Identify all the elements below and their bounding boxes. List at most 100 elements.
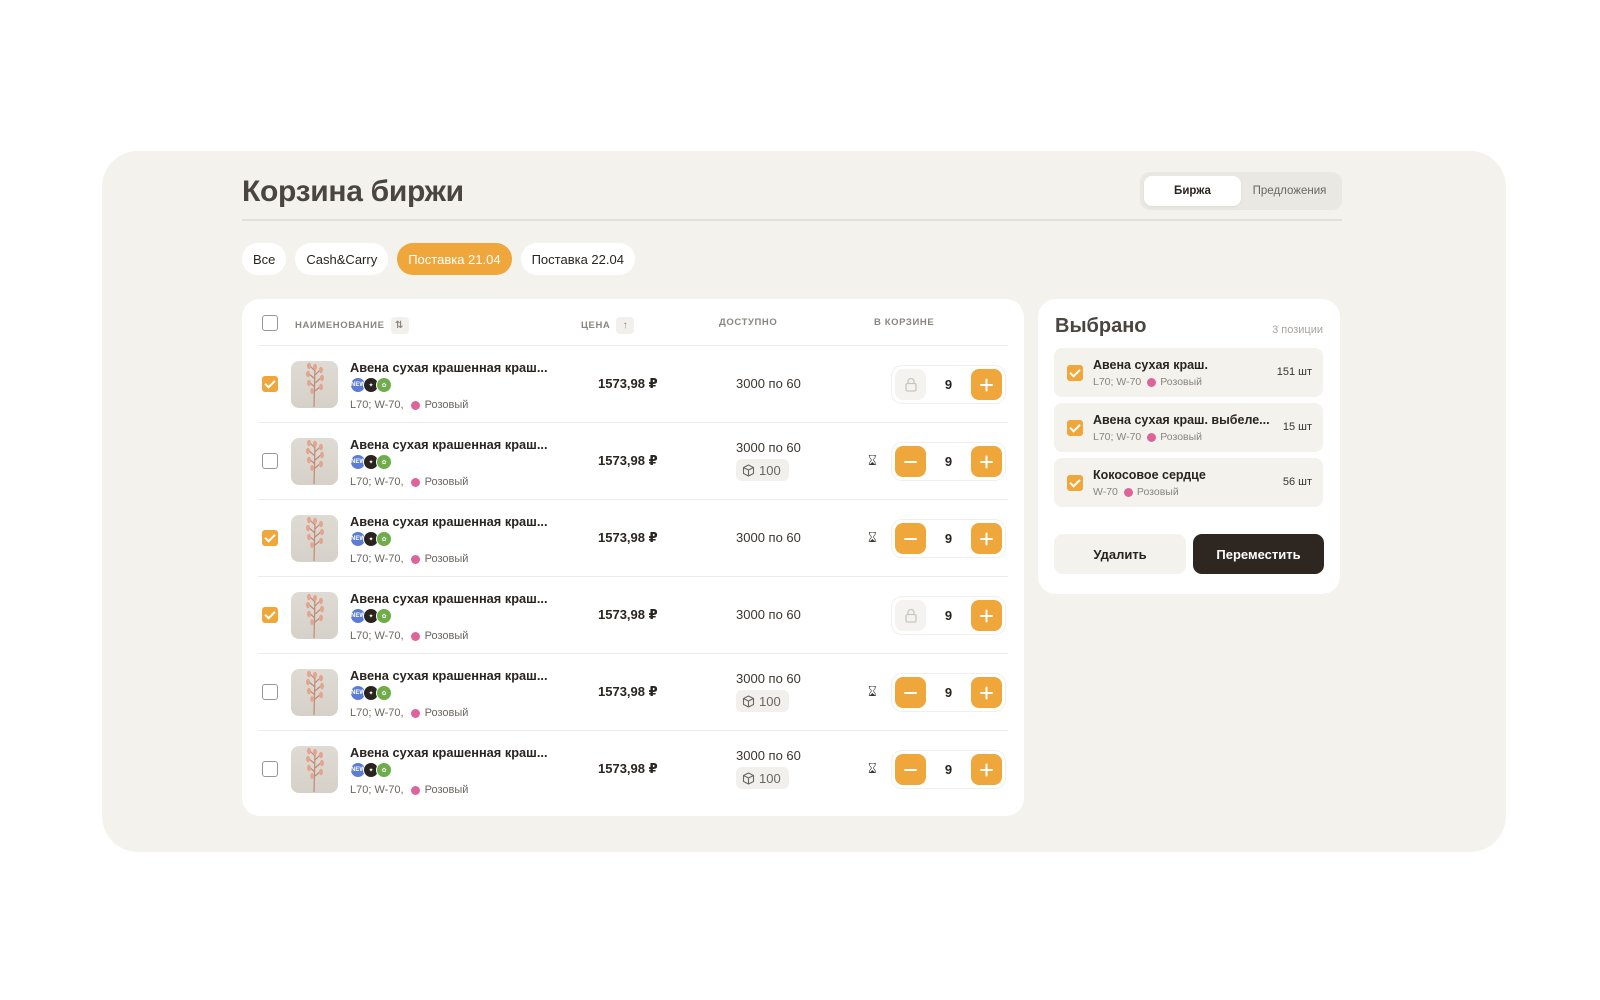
decrease-button[interactable] — [895, 677, 926, 708]
selected-item[interactable]: Кокосовое сердце W-70 Розовый 56 шт — [1054, 458, 1323, 507]
product-badges: NEW ✦ ✿ — [350, 377, 392, 393]
switch-offers[interactable]: Предложения — [1241, 176, 1338, 206]
product-badges: NEW ✦ ✿ — [350, 685, 392, 701]
filter-delivery-2104[interactable]: Поставка 21.04 — [397, 243, 512, 275]
pack-badge: 100 — [736, 767, 789, 789]
decrease-button[interactable] — [895, 754, 926, 785]
pack-size: 100 — [759, 693, 781, 709]
product-image[interactable] — [291, 592, 338, 639]
lock-icon — [895, 600, 926, 631]
product-image[interactable] — [291, 438, 338, 485]
selected-title: Выбрано — [1055, 315, 1147, 337]
selected-item-color: Розовый — [1136, 486, 1179, 498]
table-row: Авена сухая крашенная краш... NEW ✦ ✿ L70; W… — [258, 423, 1008, 500]
selected-item-checkbox[interactable] — [1067, 475, 1083, 491]
product-name[interactable]: Авена сухая крашенная краш... — [350, 668, 548, 683]
increase-button[interactable] — [971, 600, 1002, 631]
move-button[interactable]: Переместить — [1193, 534, 1324, 574]
product-name[interactable]: Авена сухая крашенная краш... — [350, 591, 548, 606]
increase-button[interactable] — [971, 523, 1002, 554]
product-color: Розовый — [424, 476, 469, 488]
row-checkbox[interactable] — [262, 761, 278, 777]
row-checkbox[interactable] — [262, 376, 278, 392]
selected-item-size: L70; W-70 — [1093, 376, 1142, 388]
product-price: 1573,98 ₽ — [598, 684, 658, 699]
product-name[interactable]: Авена сухая крашенная краш... — [350, 514, 548, 529]
pack-size: 100 — [759, 770, 781, 786]
increase-button[interactable] — [971, 677, 1002, 708]
selected-item-checkbox[interactable] — [1067, 420, 1083, 436]
eco-badge-icon: ✿ — [376, 685, 392, 701]
products-table: НАИМЕНОВАНИЕ ⇅ ЦЕНА ↑ ДОСТУПНО В КОРЗИНЕ… — [242, 299, 1024, 816]
quantity-value[interactable]: 9 — [928, 531, 969, 546]
hourglass-icon: ⌛︎ — [868, 529, 877, 545]
quantity-value[interactable]: 9 — [928, 454, 969, 469]
selected-item-qty: 151 шт — [1276, 366, 1312, 378]
product-image[interactable] — [291, 361, 338, 408]
selected-item-name: Авена сухая краш. выбеле... — [1093, 413, 1270, 427]
quantity-value[interactable]: 9 — [928, 762, 969, 777]
product-meta: L70; W-70, Розовый — [350, 476, 468, 488]
cart-panel: Корзина биржи Биржа Предложения Все Cash… — [102, 151, 1506, 852]
delete-button[interactable]: Удалить — [1054, 534, 1186, 574]
row-checkbox[interactable] — [262, 530, 278, 546]
decrease-button[interactable] — [895, 446, 926, 477]
selected-item-color: Розовый — [1160, 431, 1203, 443]
eco-badge-icon: ✿ — [376, 762, 392, 778]
selected-item-checkbox[interactable] — [1067, 365, 1083, 381]
row-checkbox[interactable] — [262, 684, 278, 700]
eco-badge-icon: ✿ — [376, 454, 392, 470]
table-row: Авена сухая крашенная краш... NEW ✦ ✿ L70; W… — [258, 577, 1008, 654]
product-image[interactable] — [291, 746, 338, 793]
increase-button[interactable] — [971, 754, 1002, 785]
sort-arrows-icon[interactable]: ⇅ — [390, 317, 409, 334]
product-name[interactable]: Авена сухая крашенная краш... — [350, 437, 548, 452]
increase-button[interactable] — [971, 446, 1002, 477]
selected-item-meta: L70; W-70 Розовый — [1093, 376, 1202, 388]
selected-item-name: Кокосовое сердце — [1093, 468, 1206, 482]
product-meta: L70; W-70, Розовый — [350, 399, 468, 411]
box-icon — [742, 694, 755, 708]
decrease-button[interactable] — [895, 523, 926, 554]
product-meta: L70; W-70, Розовый — [350, 630, 468, 642]
table-body: Авена сухая крашенная краш... NEW ✦ ✿ L70; W… — [258, 346, 1008, 808]
select-all-checkbox[interactable] — [262, 315, 278, 331]
selected-item-name: Авена сухая краш. — [1093, 358, 1208, 372]
column-price-label: ЦЕНА — [581, 320, 611, 331]
page-header: Корзина биржи Биржа Предложения — [242, 172, 1342, 221]
selected-item[interactable]: Авена сухая краш. L70; W-70 Розовый 151 … — [1054, 348, 1323, 397]
product-image[interactable] — [291, 669, 338, 716]
quantity-value[interactable]: 9 — [928, 608, 969, 623]
product-color: Розовый — [424, 630, 469, 642]
sort-up-icon[interactable]: ↑ — [616, 317, 635, 334]
selected-item-meta: L70; W-70 Розовый — [1093, 431, 1202, 443]
table-row: Авена сухая крашенная краш... NEW ✦ ✿ L70; W… — [258, 500, 1008, 577]
increase-button[interactable] — [971, 369, 1002, 400]
product-image[interactable] — [291, 515, 338, 562]
product-price: 1573,98 ₽ — [598, 453, 658, 468]
eco-badge-icon: ✿ — [376, 531, 392, 547]
quantity-value[interactable]: 9 — [928, 377, 969, 392]
row-checkbox[interactable] — [262, 453, 278, 469]
switch-birzha[interactable]: Биржа — [1144, 176, 1241, 206]
pack-size: 100 — [759, 462, 781, 478]
selected-item-qty: 56 шт — [1282, 476, 1312, 488]
quantity-value[interactable]: 9 — [928, 685, 969, 700]
product-name[interactable]: Авена сухая крашенная краш... — [350, 745, 548, 760]
selected-item[interactable]: Авена сухая краш. выбеле... L70; W-70 Ро… — [1054, 403, 1323, 452]
column-price: ЦЕНА ↑ — [581, 317, 635, 334]
selected-item-size: W-70 — [1093, 486, 1118, 498]
filter-all[interactable]: Все — [242, 243, 287, 275]
filter-cash-carry[interactable]: Cash&Carry — [295, 243, 389, 275]
selected-item-meta: W-70 Розовый — [1093, 486, 1179, 498]
product-size: L70; W-70, — [350, 476, 404, 488]
table-row: Авена сухая крашенная краш... NEW ✦ ✿ L70; W… — [258, 654, 1008, 731]
product-size: L70; W-70, — [350, 630, 404, 642]
row-checkbox[interactable] — [262, 607, 278, 623]
hourglass-icon: ⌛︎ — [868, 683, 877, 699]
selected-item-size: L70; W-70 — [1093, 431, 1142, 443]
filter-delivery-2204[interactable]: Поставка 22.04 — [520, 243, 635, 275]
product-available: 3000 по 60 — [736, 440, 801, 455]
product-name[interactable]: Авена сухая крашенная краш... — [350, 360, 548, 375]
product-meta: L70; W-70, Розовый — [350, 784, 468, 796]
